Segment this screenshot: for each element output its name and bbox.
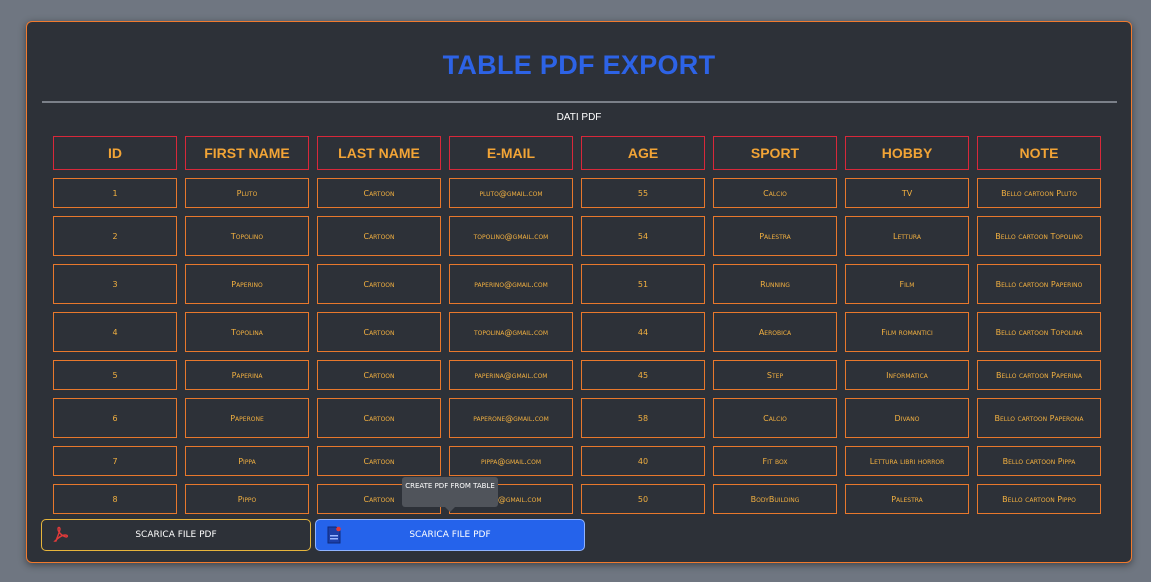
cell-note: Bello cartoon Paperino (977, 264, 1101, 304)
cell-note: Bello cartoon Topolina (977, 312, 1101, 352)
cell-id: 1 (53, 178, 177, 208)
cell-note: Bello cartoon Pluto (977, 178, 1101, 208)
cell-first-name: Paperone (185, 398, 309, 438)
column-header-email: E-MAIL (449, 136, 573, 170)
cell-note: Bello cartoon Topolino (977, 216, 1101, 256)
divider (42, 101, 1117, 103)
cell-note: Bello cartoon Paperina (977, 360, 1101, 390)
table-row: 5 Paperina Cartoon paperina@gmail.com 45… (53, 360, 1101, 390)
table-row: 3 Paperino Cartoon paperino@gmail.com 51… (53, 264, 1101, 304)
cell-first-name: Topolina (185, 312, 309, 352)
column-header-note: NOTE (977, 136, 1101, 170)
cell-first-name: Pippo (185, 484, 309, 514)
cell-hobby: TV (845, 178, 969, 208)
cell-email: paperina@gmail.com (449, 360, 573, 390)
download-pdf-button-primary-label: SCARICA FILE PDF (409, 530, 491, 540)
cell-age: 58 (581, 398, 705, 438)
cell-first-name: Pluto (185, 178, 309, 208)
cell-sport: Aerobica (713, 312, 837, 352)
cell-last-name: Cartoon (317, 398, 441, 438)
cell-last-name: Cartoon (317, 312, 441, 352)
cell-age: 40 (581, 446, 705, 476)
cell-age: 44 (581, 312, 705, 352)
cell-email: pippa@gmail.com (449, 446, 573, 476)
cell-email: topolina@gmail.com (449, 312, 573, 352)
download-pdf-button-primary[interactable]: SCARICA FILE PDF (315, 519, 585, 551)
cell-age: 50 (581, 484, 705, 514)
cell-last-name: Cartoon (317, 216, 441, 256)
cell-hobby: Lettura libri horror (845, 446, 969, 476)
cell-id: 7 (53, 446, 177, 476)
cell-note: Bello cartoon Paperona (977, 398, 1101, 438)
cell-age: 45 (581, 360, 705, 390)
cell-hobby: Film romantici (845, 312, 969, 352)
export-card: TABLE PDF EXPORT DATI PDF ID FIRST NAME … (26, 21, 1132, 563)
data-table: ID FIRST NAME LAST NAME E-MAIL AGE SPORT… (45, 128, 1109, 522)
cell-sport: Fit box (713, 446, 837, 476)
column-header-hobby: HOBBY (845, 136, 969, 170)
cell-sport: Calcio (713, 398, 837, 438)
pdf-icon (53, 526, 68, 542)
cell-first-name: Pippa (185, 446, 309, 476)
cell-sport: Running (713, 264, 837, 304)
column-header-age: AGE (581, 136, 705, 170)
download-pdf-button-label: SCARICA FILE PDF (135, 530, 217, 540)
cell-hobby: Palestra (845, 484, 969, 514)
page-title: TABLE PDF EXPORT (442, 50, 716, 80)
cell-age: 51 (581, 264, 705, 304)
cell-first-name: Paperina (185, 360, 309, 390)
cell-age: 54 (581, 216, 705, 256)
create-pdf-tooltip: CREATE PDF FROM TABLE (402, 477, 498, 512)
table-caption: DATI PDF (556, 112, 602, 123)
cell-age: 55 (581, 178, 705, 208)
cell-hobby: Lettura (845, 216, 969, 256)
table-row: 4 Topolina Cartoon topolina@gmail.com 44… (53, 312, 1101, 352)
table-row: 7 Pippa Cartoon pippa@gmail.com 40 Fit b… (53, 446, 1101, 476)
cell-hobby: Film (845, 264, 969, 304)
cell-first-name: Paperino (185, 264, 309, 304)
cell-sport: Step (713, 360, 837, 390)
cell-email: topolino@gmail.com (449, 216, 573, 256)
cell-sport: Calcio (713, 178, 837, 208)
table-row: 1 Pluto Cartoon pluto@gmail.com 55 Calci… (53, 178, 1101, 208)
table-row: 8 Pippo Cartoon pippo@gmail.com 50 BodyB… (53, 484, 1101, 514)
cell-first-name: Topolino (185, 216, 309, 256)
table-row: 2 Topolino Cartoon topolino@gmail.com 54… (53, 216, 1101, 256)
column-header-id: ID (53, 136, 177, 170)
header-row: ID FIRST NAME LAST NAME E-MAIL AGE SPORT… (53, 136, 1101, 170)
cell-last-name: Cartoon (317, 178, 441, 208)
column-header-sport: SPORT (713, 136, 837, 170)
pdf-file-icon (327, 526, 341, 544)
cell-sport: Palestra (713, 216, 837, 256)
column-header-last-name: LAST NAME (317, 136, 441, 170)
cell-last-name: Cartoon (317, 446, 441, 476)
cell-email: pluto@gmail.com (449, 178, 573, 208)
cell-id: 6 (53, 398, 177, 438)
table-row: 6 Paperone Cartoon paperone@gmail.com 58… (53, 398, 1101, 438)
cell-sport: BodyBuilding (713, 484, 837, 514)
cell-id: 8 (53, 484, 177, 514)
cell-id: 3 (53, 264, 177, 304)
cell-last-name: Cartoon (317, 264, 441, 304)
cell-last-name: Cartoon (317, 360, 441, 390)
cell-id: 5 (53, 360, 177, 390)
column-header-first-name: FIRST NAME (185, 136, 309, 170)
cell-email: paperino@gmail.com (449, 264, 573, 304)
cell-email: paperone@gmail.com (449, 398, 573, 438)
cell-note: Bello cartoon Pippo (977, 484, 1101, 514)
cell-id: 2 (53, 216, 177, 256)
cell-hobby: Divano (845, 398, 969, 438)
cell-hobby: Informatica (845, 360, 969, 390)
download-pdf-button[interactable]: SCARICA FILE PDF (41, 519, 311, 551)
cell-note: Bello cartoon Pippa (977, 446, 1101, 476)
cell-id: 4 (53, 312, 177, 352)
